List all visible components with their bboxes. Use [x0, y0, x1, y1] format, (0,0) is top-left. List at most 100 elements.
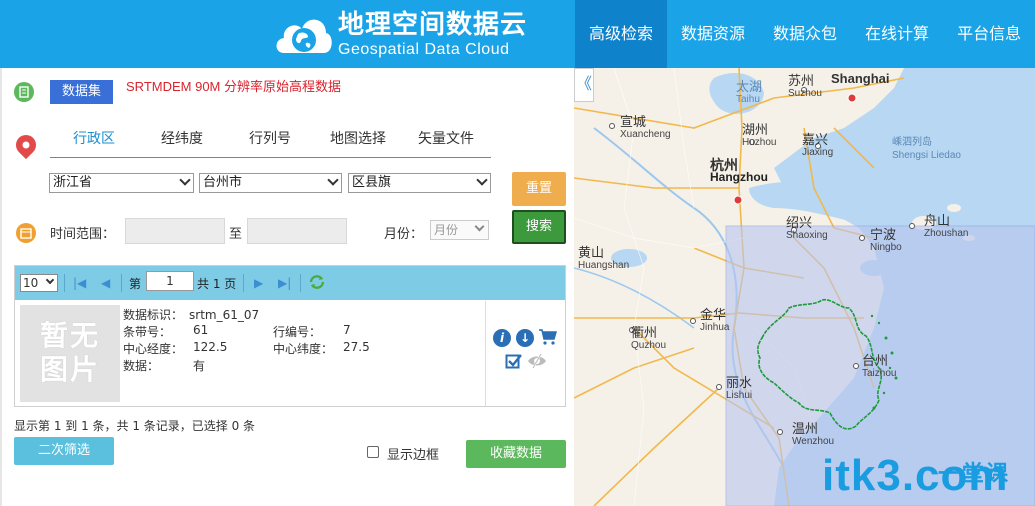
tab-vector-file[interactable]: 矢量文件: [402, 126, 490, 157]
data-label: 数据：: [123, 359, 160, 373]
selected-dataset-name[interactable]: SRTMDEM 90M 分辨率原始高程数据: [126, 78, 341, 96]
row-label: 行编号：: [273, 325, 322, 339]
cloud-globe-icon: [272, 9, 334, 61]
select-check-icon[interactable]: [505, 352, 523, 373]
page-size-value: 10: [23, 276, 39, 290]
tab-row-path[interactable]: 行列号: [226, 126, 314, 157]
strip-value: 61: [193, 323, 209, 337]
map-label-jiaxing: 嘉兴 Jiaxing: [802, 132, 834, 159]
lat-value: 27.5: [343, 340, 370, 354]
collect-data-button[interactable]: 收藏数据: [466, 440, 566, 468]
show-border-label: 显示边框: [387, 448, 440, 463]
no-image-text: 暂无图片: [39, 319, 100, 386]
nav-online-compute[interactable]: 在线计算: [851, 0, 943, 68]
lon-label: 中心经度：: [123, 342, 184, 356]
province-select[interactable]: 浙江省: [49, 173, 194, 193]
divider: [300, 274, 301, 292]
collapse-panel-icon[interactable]: 《: [574, 68, 594, 102]
map-label-taizhou: 台州 Taizhou: [862, 353, 897, 380]
cart-icon[interactable]: [538, 328, 558, 349]
month-select[interactable]: 月份: [430, 220, 489, 240]
map-label-huzhou: 湖州 Huzhou: [742, 122, 777, 149]
watermark-cn: 一堂课: [938, 462, 1011, 487]
chevron-down-icon: [45, 275, 55, 285]
reset-button[interactable]: 重置: [512, 172, 566, 206]
first-page-icon[interactable]: |◀: [73, 276, 86, 290]
logo-title-en: Geospatial Data Cloud: [338, 41, 510, 58]
county-select[interactable]: 区县旗: [348, 173, 491, 193]
result-summary: 显示第 1 到 1 条，共 1 条记录，已选择 0 条: [14, 419, 256, 433]
calendar-icon: [16, 223, 36, 243]
tab-lat-lon[interactable]: 经纬度: [138, 126, 226, 157]
tab-admin-region[interactable]: 行政区: [50, 126, 138, 157]
lat-label: 中心纬度：: [273, 342, 334, 356]
map-view[interactable]: 《 苏州 Suzhou Shanghai 太湖 Taihu 宣城 Xuancheng …: [574, 68, 1035, 506]
map-label-taihu: 太湖 Taihu: [736, 79, 763, 106]
result-box: 10 |◀ ◀ 第 1 共 1 页 ▶ ▶| 暂无图片 数据标识： srtm_61…: [14, 265, 566, 407]
end-date-input[interactable]: [247, 218, 347, 244]
site-logo[interactable]: 地理空间数据云 Geospatial Data Cloud: [272, 6, 562, 64]
start-date-input[interactable]: [125, 218, 225, 244]
city-value: 台州市: [203, 175, 243, 190]
page-prefix: 第: [129, 277, 142, 291]
city-select[interactable]: 台州市: [199, 173, 342, 193]
nav-crowdsourcing[interactable]: 数据众包: [759, 0, 851, 68]
location-pin-icon: [11, 130, 41, 160]
map-label-huangshan: 黄山 Huangshan: [578, 245, 630, 272]
id-value: srtm_61_07: [189, 308, 260, 322]
search-panel: 数据集 SRTMDEM 90M 分辨率原始高程数据 行政区 经纬度 行列号 地图…: [0, 68, 574, 506]
map-label-shanghai: Shanghai: [831, 71, 890, 86]
logo-title-cn: 地理空间数据云: [338, 10, 528, 40]
divider: [64, 274, 65, 292]
next-page-icon[interactable]: ▶: [254, 276, 263, 290]
row-value: 7: [343, 323, 351, 337]
second-filter-button[interactable]: 二次筛选: [14, 437, 114, 465]
page-number-input[interactable]: 1: [146, 271, 194, 291]
month-label: 月份：: [384, 227, 424, 242]
nav-platform-info[interactable]: 平台信息: [943, 0, 1035, 68]
result-row[interactable]: 暂无图片 数据标识： srtm_61_07 条带号： 61 行编号： 7 中心经度…: [15, 301, 565, 407]
data-value: 有: [193, 359, 206, 373]
pager-bar: 10 |◀ ◀ 第 1 共 1 页 ▶ ▶|: [15, 266, 565, 300]
nav-data-resources[interactable]: 数据资源: [667, 0, 759, 68]
map-label-ningbo: 宁波 Ningbo: [870, 227, 902, 254]
month-placeholder: 月份: [434, 223, 459, 237]
map-label-shaoxing: 绍兴 Shaoxing: [786, 215, 828, 242]
preview-hidden-icon[interactable]: [527, 353, 547, 372]
map-label-xuancheng: 宣城 Xuancheng: [620, 114, 671, 141]
record-actions: i ↓: [485, 301, 565, 407]
region-tabs: 行政区 经纬度 行列号 地图选择 矢量文件: [50, 126, 491, 158]
to-label: 至: [229, 227, 243, 242]
map-label-lishui: 丽水 Lishui: [726, 375, 753, 402]
map-label-hangzhou: 杭州 Hangzhou: [710, 157, 768, 184]
lon-value: 122.5: [193, 340, 228, 354]
divider: [121, 274, 122, 292]
chevron-down-icon: [474, 221, 485, 232]
map-label-quzhou: 衢州 Quzhou: [631, 325, 667, 352]
refresh-icon[interactable]: [308, 273, 326, 291]
county-value: 区县旗: [352, 175, 392, 190]
chevron-down-icon: [476, 174, 488, 186]
download-icon[interactable]: ↓: [516, 329, 534, 347]
total-pages: 共 1 页: [197, 277, 237, 291]
show-border-checkbox[interactable]: [367, 446, 379, 458]
last-page-icon[interactable]: ▶|: [278, 276, 291, 290]
info-icon[interactable]: i: [493, 329, 511, 347]
chevron-down-icon: [179, 174, 191, 186]
time-range-label: 时间范围：: [50, 227, 116, 242]
nav-advanced-search[interactable]: 高级检索: [575, 0, 668, 68]
map-label-shengsi: 嵊泗列岛 Shengsi Liedao: [892, 137, 961, 161]
top-header: 地理空间数据云 Geospatial Data Cloud 高级检索 数据资源 …: [0, 0, 1035, 68]
id-label: 数据标识：: [123, 308, 184, 322]
dataset-button[interactable]: 数据集: [50, 80, 113, 104]
tab-map-select[interactable]: 地图选择: [314, 126, 402, 157]
page-size-select[interactable]: 10: [20, 274, 58, 292]
search-button[interactable]: 搜索: [512, 210, 566, 244]
strip-label: 条带号：: [123, 325, 172, 339]
thumbnail-placeholder: 暂无图片: [20, 305, 120, 402]
map-label-suzhou: 苏州 Suzhou: [788, 73, 822, 100]
dataset-icon: [14, 82, 34, 102]
chevron-down-icon: [327, 174, 339, 186]
prev-page-icon[interactable]: ◀: [101, 276, 110, 290]
map-label-jinhua: 金华 Jinhua: [700, 307, 730, 334]
